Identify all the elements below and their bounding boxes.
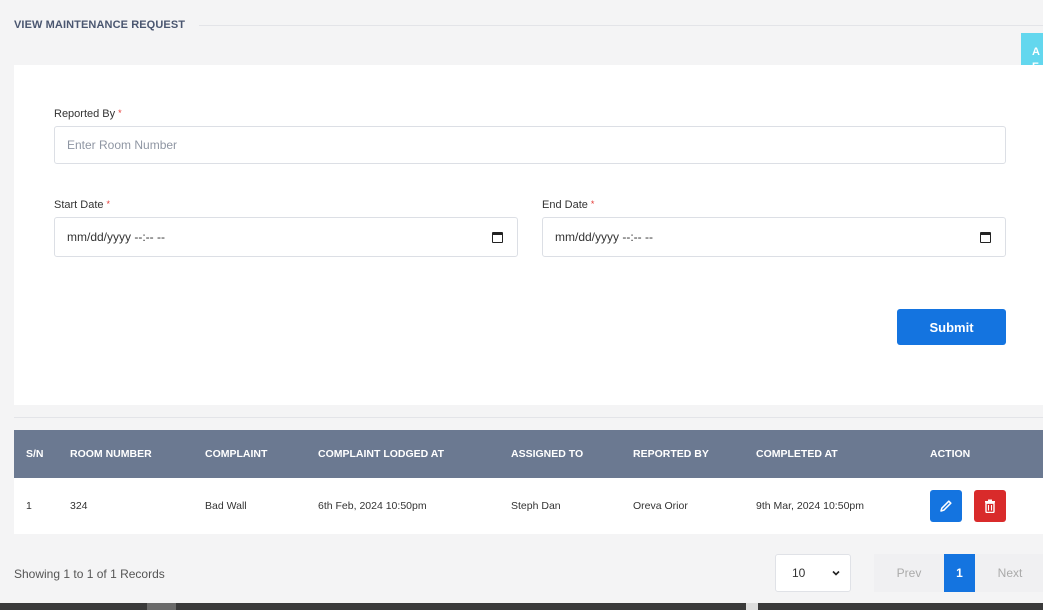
required-marker: * [106, 199, 111, 209]
page-header: VIEW MAINTENANCE REQUEST [14, 17, 1043, 33]
column-header: S/N [26, 448, 44, 460]
start-date-input[interactable]: mm/dd/yyyy --:-- -- [54, 217, 518, 257]
column-header: COMPLAINT [205, 448, 268, 460]
column-header: COMPLAINT LODGED AT [318, 448, 444, 460]
horizontal-scrollbar[interactable] [0, 603, 1043, 610]
column-header: ACTION [930, 448, 971, 460]
column-header: ROOM NUMBER [70, 448, 152, 460]
page-title: VIEW MAINTENANCE REQUEST [14, 19, 186, 31]
reported-by-input[interactable] [54, 126, 1006, 164]
table-row: 1 324 Bad Wall 6th Feb, 2024 10:50pm Ste… [14, 478, 1043, 534]
column-header: REPORTED BY [633, 448, 709, 460]
start-date-label: Start Date * [54, 199, 110, 211]
filter-form-card: Reported By* Start Date* mm/dd/yyyy --:-… [14, 65, 1043, 405]
cell-lodged-at: 6th Feb, 2024 10:50pm [318, 500, 427, 512]
pagination: Prev 1 Next [874, 554, 1043, 592]
calendar-icon[interactable] [980, 231, 991, 243]
cell-sn: 1 [26, 500, 32, 512]
required-marker: * [118, 108, 122, 118]
prev-page-button[interactable]: Prev [874, 554, 944, 592]
maintenance-table: S/N ROOM NUMBER COMPLAINT COMPLAINT LODG… [14, 430, 1043, 534]
end-date-label-text: End Date [542, 199, 588, 211]
edit-icon [940, 500, 952, 512]
reported-by-label: Reported By * [54, 108, 122, 120]
header-divider [199, 24, 1043, 26]
next-page-button[interactable]: Next [975, 554, 1043, 592]
chevron-down-icon [832, 570, 840, 576]
calendar-icon[interactable] [492, 231, 503, 243]
cell-completed-at: 9th Mar, 2024 10:50pm [756, 500, 864, 512]
table-header: S/N ROOM NUMBER COMPLAINT COMPLAINT LODG… [14, 430, 1043, 478]
trash-icon [985, 499, 995, 513]
cell-assigned-to: Steph Dan [511, 500, 561, 512]
section-divider [14, 417, 1043, 418]
page-size-value: 10 [792, 566, 806, 580]
records-summary: Showing 1 to 1 of 1 Records [14, 567, 165, 581]
column-header: ASSIGNED TO [511, 448, 584, 460]
delete-button[interactable] [974, 490, 1006, 522]
scrollbar-gap [746, 603, 758, 610]
required-marker: * [590, 199, 595, 209]
reported-by-label-text: Reported By [54, 108, 116, 120]
submit-button[interactable]: Submit [897, 309, 1006, 345]
edit-button[interactable] [930, 490, 962, 522]
page-size-select[interactable]: 10 [775, 554, 851, 592]
end-date-value: mm/dd/yyyy --:-- -- [555, 230, 653, 244]
scrollbar-thumb[interactable] [147, 603, 176, 610]
column-header: COMPLETED AT [756, 448, 838, 460]
cell-reported-by: Oreva Orior [633, 500, 688, 512]
page-1-button[interactable]: 1 [944, 554, 975, 592]
cell-complaint: Bad Wall [205, 500, 247, 512]
end-date-label: End Date * [542, 199, 594, 211]
start-date-value: mm/dd/yyyy --:-- -- [67, 230, 165, 244]
start-date-label-text: Start Date [54, 199, 104, 211]
end-date-input[interactable]: mm/dd/yyyy --:-- -- [542, 217, 1006, 257]
cell-room-number: 324 [70, 500, 88, 512]
